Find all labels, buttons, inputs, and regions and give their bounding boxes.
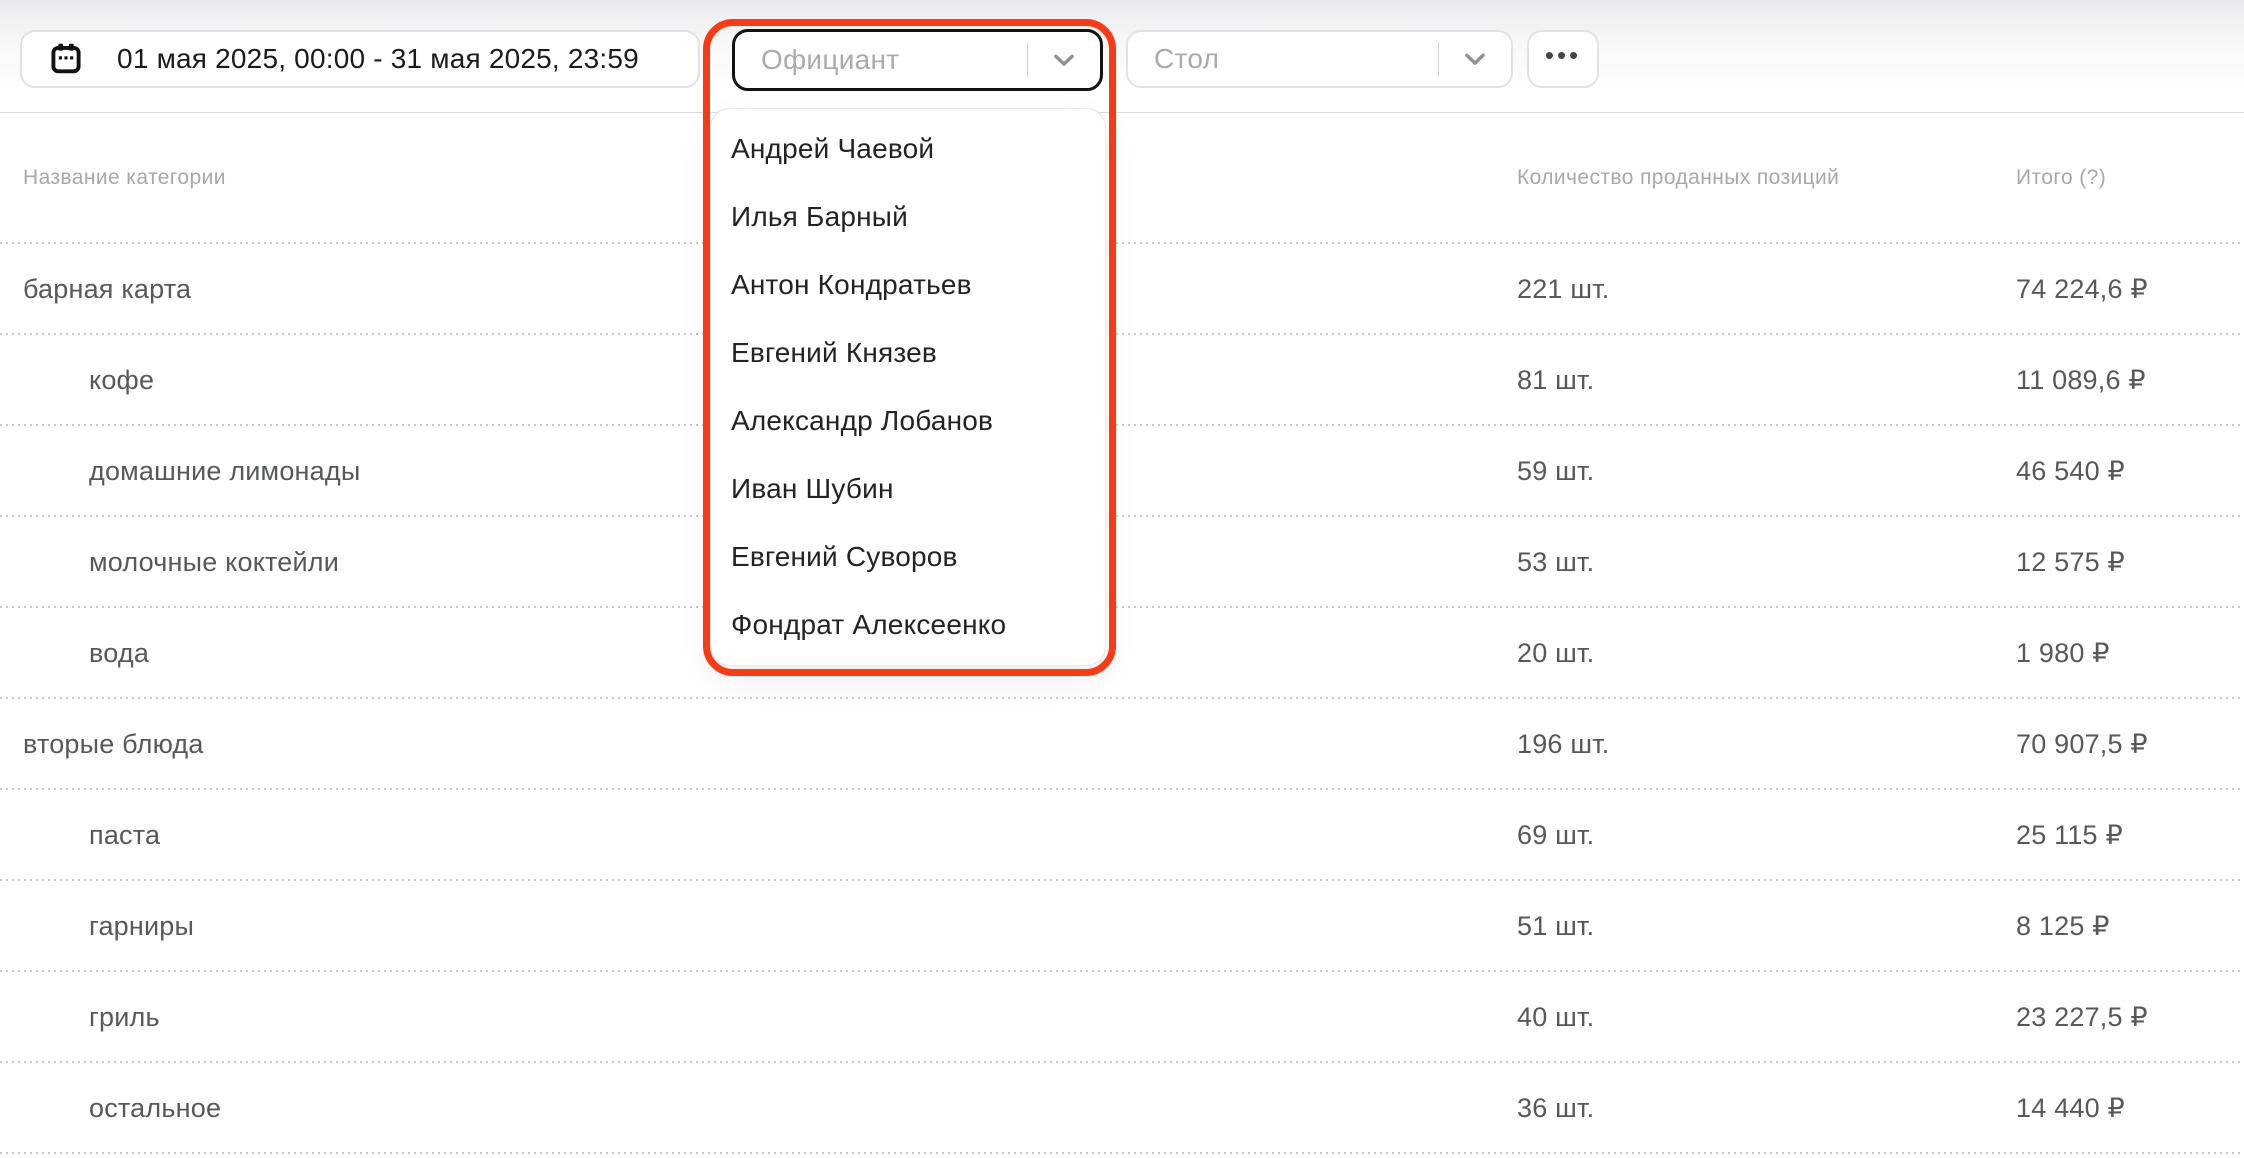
table-row[interactable]: вода20 шт.1 980 ₽: [0, 608, 2244, 699]
waiter-option[interactable]: Илья Барный: [711, 185, 1105, 249]
table-filter-placeholder: Стол: [1128, 43, 1438, 75]
column-header-quantity: Количество проданных позиций: [1517, 166, 2016, 190]
category-sales-table: Название категории Количество проданных …: [0, 112, 2244, 1154]
waiter-filter-select[interactable]: Официант: [732, 29, 1103, 91]
table-header-row: Название категории Количество проданных …: [0, 112, 2244, 244]
waiter-option[interactable]: Антон Кондратьев: [711, 253, 1105, 317]
table-row[interactable]: гриль40 шт.23 227,5 ₽: [0, 972, 2244, 1063]
total-amount: 11 089,6 ₽: [2016, 365, 2244, 396]
waiter-option[interactable]: Иван Шубин: [711, 457, 1105, 521]
date-range-value: 01 мая 2025, 00:00 - 31 мая 2025, 23:59: [84, 43, 672, 75]
total-amount: 46 540 ₽: [2016, 456, 2244, 487]
category-name: вторые блюда: [23, 729, 1517, 760]
more-options-button[interactable]: •••: [1527, 30, 1599, 88]
total-amount: 70 907,5 ₽: [2016, 729, 2244, 760]
waiter-dropdown-list: Андрей ЧаевойИлья БарныйАнтон Кондратьев…: [710, 108, 1106, 666]
total-amount: 14 440 ₽: [2016, 1093, 2244, 1124]
column-header-total[interactable]: Итого (?): [2016, 166, 2244, 190]
table-row[interactable]: барная карта221 шт.74 224,6 ₽: [0, 244, 2244, 335]
waiter-filter-placeholder: Официант: [735, 44, 1027, 76]
quantity-sold: 69 шт.: [1517, 820, 2016, 851]
category-name: остальное: [23, 1093, 1517, 1124]
date-range-picker[interactable]: 01 мая 2025, 00:00 - 31 мая 2025, 23:59: [20, 30, 700, 88]
table-row[interactable]: остальное36 шт.14 440 ₽: [0, 1063, 2244, 1154]
table-row[interactable]: молочные коктейли53 шт.12 575 ₽: [0, 517, 2244, 608]
ellipsis-icon: •••: [1545, 42, 1581, 76]
table-row[interactable]: домашние лимонады59 шт.46 540 ₽: [0, 426, 2244, 517]
quantity-sold: 196 шт.: [1517, 729, 2016, 760]
quantity-sold: 81 шт.: [1517, 365, 2016, 396]
category-name: паста: [23, 820, 1517, 851]
total-amount: 25 115 ₽: [2016, 820, 2244, 851]
quantity-sold: 59 шт.: [1517, 456, 2016, 487]
total-amount: 8 125 ₽: [2016, 911, 2244, 942]
table-row[interactable]: вторые блюда196 шт.70 907,5 ₽: [0, 699, 2244, 790]
waiter-option[interactable]: Евгений Суворов: [711, 525, 1105, 589]
waiter-option[interactable]: Андрей Чаевой: [711, 117, 1105, 181]
total-amount: 23 227,5 ₽: [2016, 1002, 2244, 1033]
quantity-sold: 221 шт.: [1517, 274, 2016, 305]
quantity-sold: 36 шт.: [1517, 1093, 2016, 1124]
waiter-option[interactable]: Евгений Князев: [711, 321, 1105, 385]
quantity-sold: 40 шт.: [1517, 1002, 2016, 1033]
total-amount: 12 575 ₽: [2016, 547, 2244, 578]
chevron-down-icon[interactable]: [1439, 44, 1511, 74]
table-filter-select[interactable]: Стол: [1126, 30, 1513, 88]
category-name: гриль: [23, 1002, 1517, 1033]
total-amount: 74 224,6 ₽: [2016, 274, 2244, 305]
quantity-sold: 20 шт.: [1517, 638, 2016, 669]
waiter-option[interactable]: Фондрат Алексеенко: [711, 593, 1105, 657]
table-row[interactable]: паста69 шт.25 115 ₽: [0, 790, 2244, 881]
table-row[interactable]: гарниры51 шт.8 125 ₽: [0, 881, 2244, 972]
calendar-icon: [48, 41, 84, 77]
category-name: гарниры: [23, 911, 1517, 942]
quantity-sold: 53 шт.: [1517, 547, 2016, 578]
total-amount: 1 980 ₽: [2016, 638, 2244, 669]
waiter-option[interactable]: Александр Лобанов: [711, 389, 1105, 453]
quantity-sold: 51 шт.: [1517, 911, 2016, 942]
chevron-down-icon[interactable]: [1028, 45, 1100, 75]
table-row[interactable]: кофе81 шт.11 089,6 ₽: [0, 335, 2244, 426]
